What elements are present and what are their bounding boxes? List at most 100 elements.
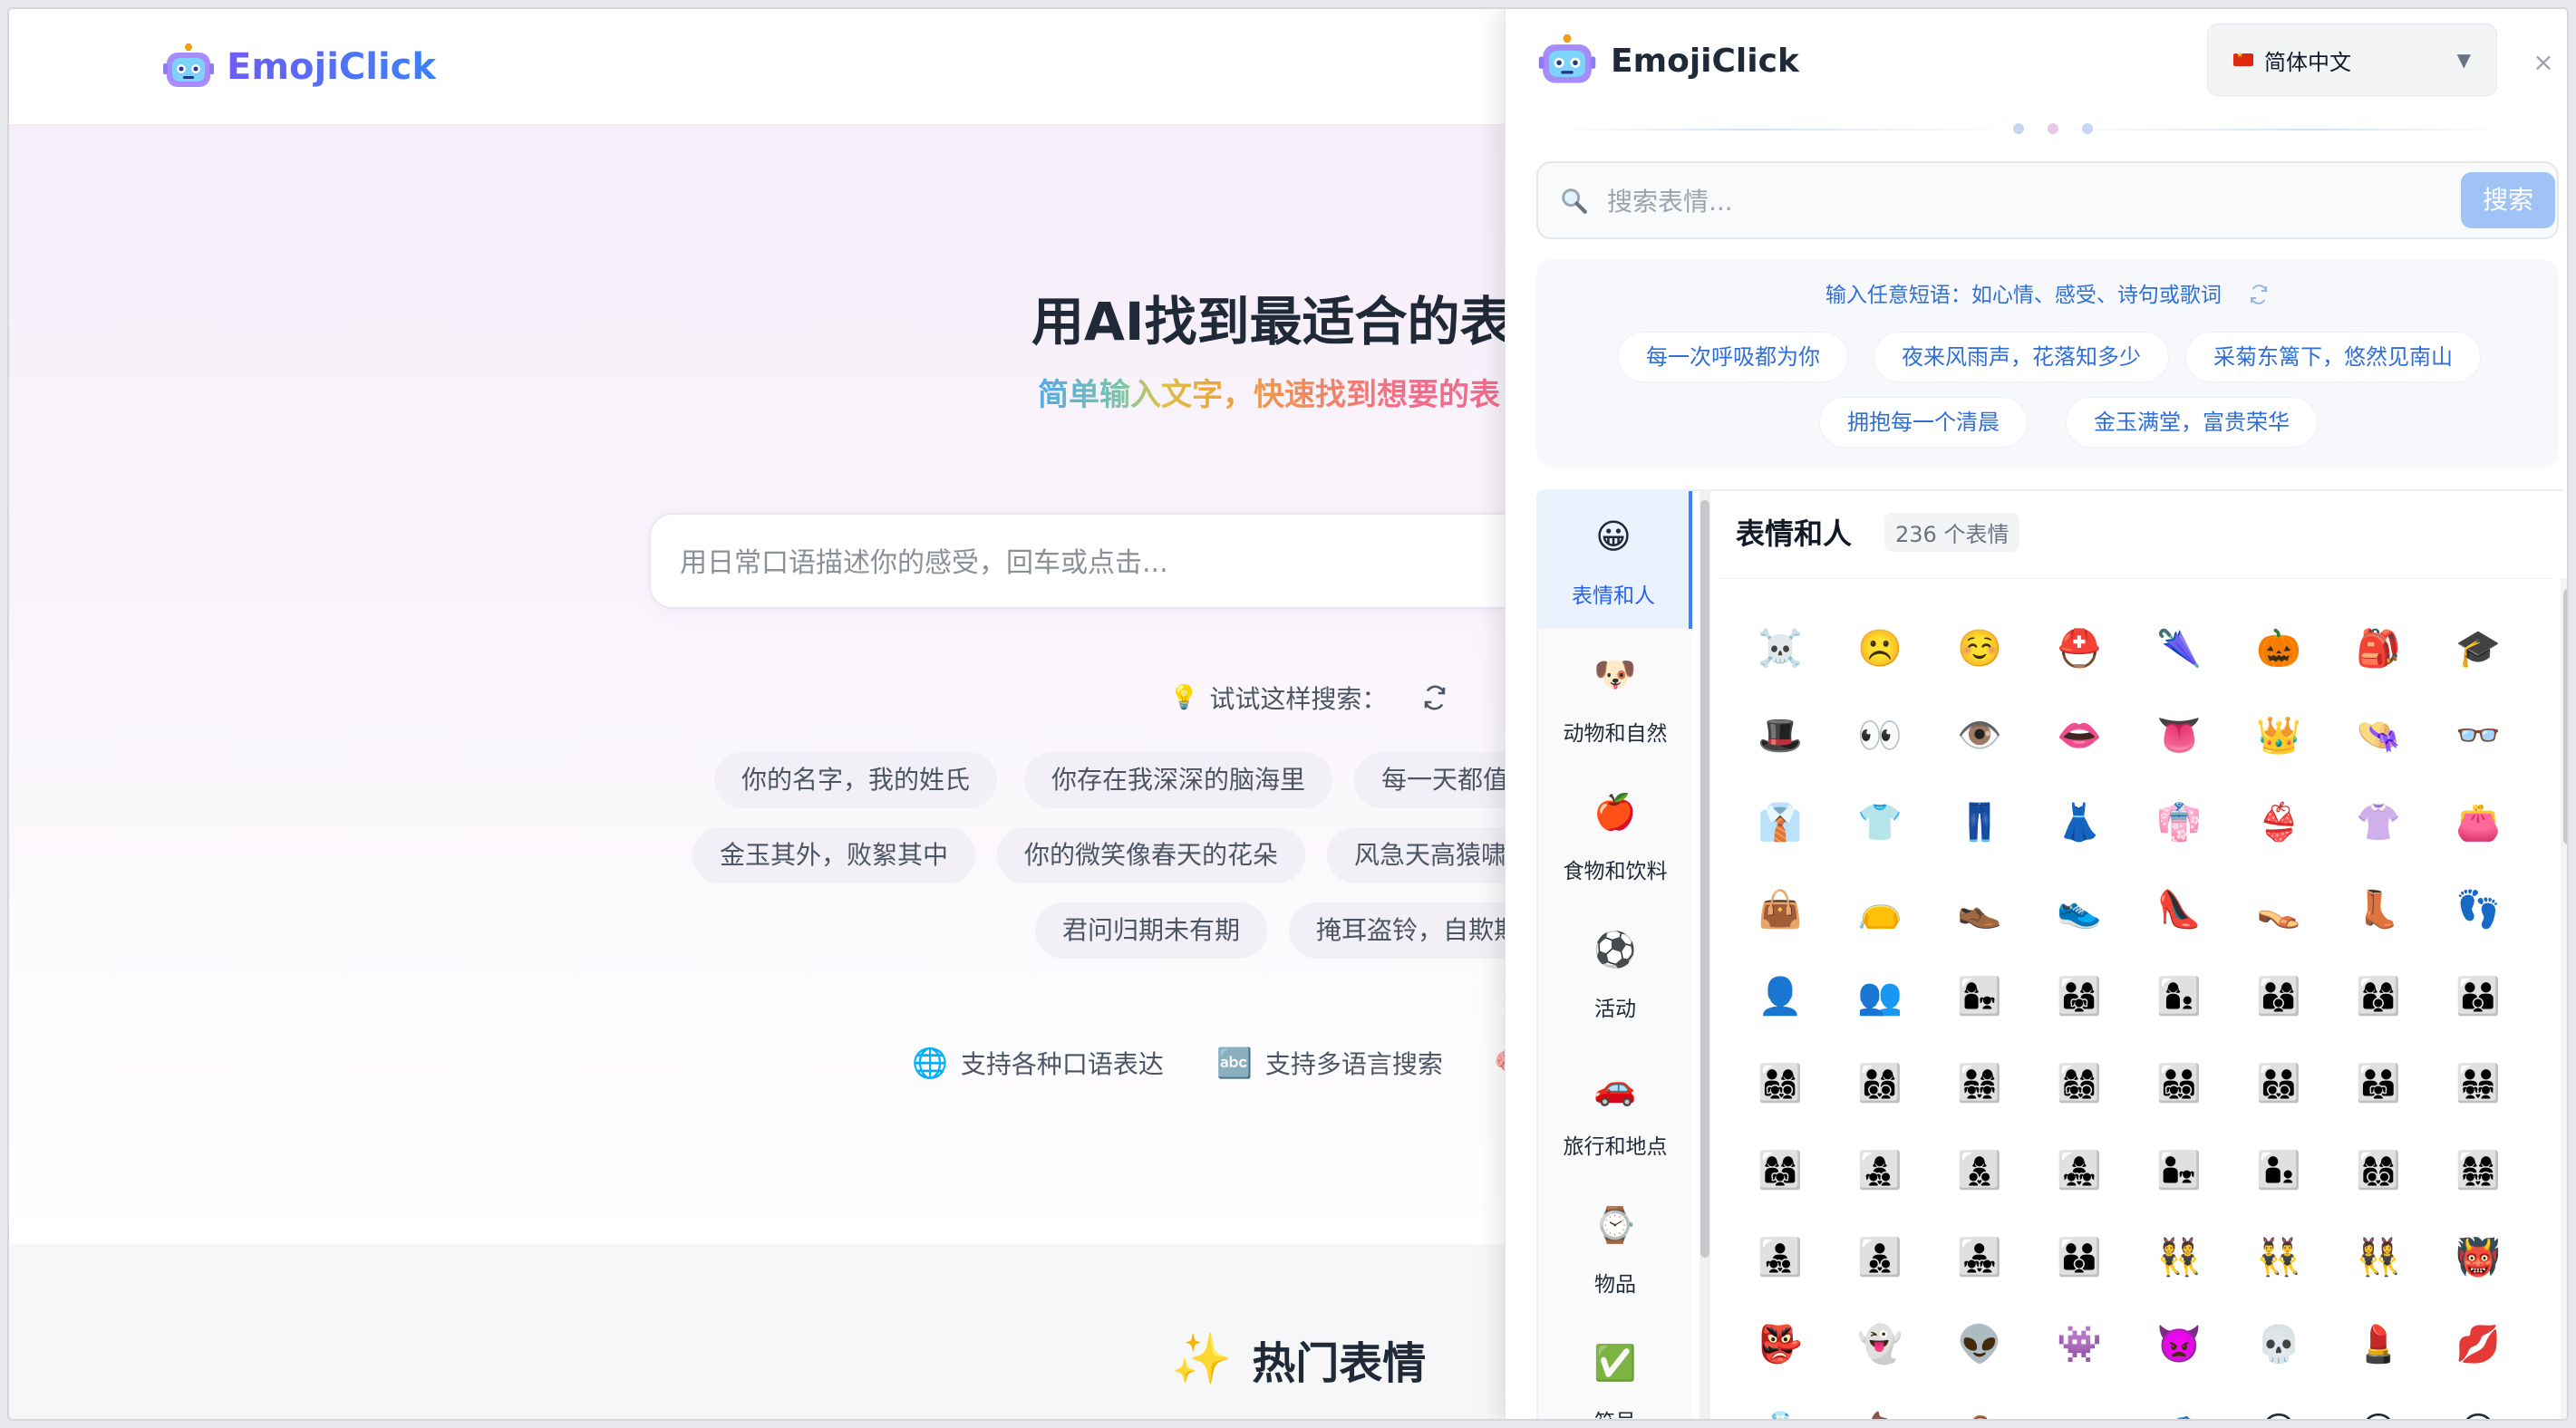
emoji-cell[interactable]: 🌂 xyxy=(2129,604,2229,691)
emoji-cell[interactable]: 👪 xyxy=(2029,1213,2129,1300)
emoji-cell[interactable]: 🎩 xyxy=(1730,691,1830,778)
emoji-cell[interactable]: 👥 xyxy=(1830,952,1930,1039)
emoji-cell[interactable]: 👟 xyxy=(2029,865,2129,952)
emoji-cell[interactable]: 👨‍👨‍👧‍👦 xyxy=(2129,1039,2229,1126)
emoji-cell[interactable]: 👨‍👩‍👧‍👧 xyxy=(1930,1039,2029,1126)
hero-search-input[interactable] xyxy=(680,542,1496,584)
category-objects[interactable]: ⌚ 物品 xyxy=(1538,1180,1692,1317)
emoji-cell[interactable]: 👀 xyxy=(1830,691,1930,778)
emoji-cell[interactable]: 👨‍👩‍👧 xyxy=(2029,952,2129,1039)
close-button[interactable]: × xyxy=(2528,47,2559,78)
emoji-cell[interactable]: 👚 xyxy=(2329,778,2428,865)
emoji-cell[interactable]: ☹️ xyxy=(1830,604,1930,691)
emoji-cell[interactable]: 👾 xyxy=(2029,1300,2129,1387)
example-chip[interactable]: 你的名字，我的姓氏 xyxy=(714,752,998,808)
emoji-cell[interactable]: 👨‍👨‍👦 xyxy=(2428,952,2528,1039)
emoji-cell[interactable]: 😀 xyxy=(2229,1387,2329,1419)
emoji-cell[interactable]: 💄 xyxy=(2329,1300,2428,1387)
emoji-cell[interactable]: 👻 xyxy=(1830,1300,1930,1387)
emoji-cell[interactable]: 👨‍👧‍👧 xyxy=(1930,1213,2029,1300)
category-smileys-people[interactable]: 😀 表情和人 xyxy=(1538,491,1692,629)
emoji-cell[interactable]: 👓 xyxy=(2428,691,2528,778)
panel-logo[interactable]: EmojiClick xyxy=(1538,34,1799,87)
emoji-cell[interactable]: 🕶️ xyxy=(2029,1387,2129,1420)
emoji-cell[interactable]: 💀 xyxy=(2229,1300,2329,1387)
emoji-cell[interactable]: 💩 xyxy=(1830,1387,1930,1420)
emoji-cell[interactable]: 👠 xyxy=(2129,865,2229,952)
emoji-cell[interactable]: 👨‍👩‍👧‍👦 xyxy=(1730,1039,1830,1126)
category-travel-places[interactable]: 🚗 旅行和地点 xyxy=(1538,1042,1692,1180)
category-symbols[interactable]: ✅ 符号 xyxy=(1538,1317,1692,1419)
emoji-cell[interactable]: 💍 xyxy=(1730,1387,1830,1420)
scrollbar-thumb[interactable] xyxy=(2563,589,2567,844)
emoji-cell[interactable]: 👺 xyxy=(1730,1300,1830,1387)
emoji-cell[interactable]: 👯 xyxy=(2129,1213,2229,1300)
emoji-cell[interactable]: ☠️ xyxy=(1730,604,1830,691)
suggestion-chip[interactable]: 夜来风雨声，花落知多少 xyxy=(1874,332,2169,382)
emoji-cell[interactable]: 👙 xyxy=(2229,778,2329,865)
suggestion-chip[interactable]: 金玉满堂，富贵荣华 xyxy=(2066,397,2318,448)
emoji-cell[interactable]: 👯‍♀️ xyxy=(2329,1213,2428,1300)
suggestion-chip[interactable]: 拥抱每一个清晨 xyxy=(1819,397,2028,448)
language-select[interactable]: 简体中文 ▼ xyxy=(2207,24,2497,96)
emoji-cell[interactable]: 👨‍👩‍👦‍👦 xyxy=(1830,1039,1930,1126)
emoji-cell[interactable]: 👗 xyxy=(2029,778,2129,865)
emoji-cell[interactable]: 🎒 xyxy=(2329,604,2428,691)
emoji-cell[interactable]: 👤 xyxy=(1730,952,1830,1039)
emoji-cell[interactable]: 👡 xyxy=(2229,865,2329,952)
emoji-cell[interactable]: 🎃 xyxy=(2229,604,2329,691)
example-chip[interactable]: 你存在我深深的脑海里 xyxy=(1024,752,1333,808)
emoji-cell[interactable]: 👩‍👧‍👧 xyxy=(2029,1126,2129,1213)
emoji-cell[interactable]: 👹 xyxy=(2428,1213,2528,1300)
emoji-cell[interactable]: 👽 xyxy=(1930,1300,2029,1387)
emoji-cell[interactable]: 👩‍👧 xyxy=(1930,952,2029,1039)
emoji-cell[interactable]: 👁️ xyxy=(1930,691,2029,778)
emoji-grid-scrollbar[interactable] xyxy=(2561,578,2567,1419)
emoji-cell[interactable]: 👝 xyxy=(1830,865,1930,952)
emoji-cell[interactable]: 👩‍👩‍👧‍👧 xyxy=(2428,1126,2528,1213)
emoji-cell[interactable]: ⛑️ xyxy=(2029,604,2129,691)
emoji-cell[interactable]: 🎓 xyxy=(2428,604,2528,691)
category-scrollbar[interactable] xyxy=(1700,491,1710,1419)
search-button[interactable]: 搜索 xyxy=(2461,172,2555,228)
panel-search-input[interactable] xyxy=(1607,181,2423,221)
emoji-cell[interactable]: 👩‍👩‍👧 xyxy=(1730,1126,1830,1213)
example-chip[interactable]: 你的微笑像春天的花朵 xyxy=(997,827,1306,883)
emoji-cell[interactable]: 👛 xyxy=(2428,778,2528,865)
emoji-cell[interactable]: 😁 xyxy=(2329,1387,2428,1419)
emoji-cell[interactable]: 👨‍👧 xyxy=(2129,1126,2229,1213)
emoji-cell[interactable]: 👒 xyxy=(2329,691,2428,778)
emoji-cell[interactable]: 👩‍👦‍👦 xyxy=(1930,1126,2029,1213)
emoji-cell[interactable]: 👖 xyxy=(1930,778,2029,865)
emoji-cell[interactable]: 👩‍👩‍👧‍👦 xyxy=(2029,1039,2129,1126)
emoji-cell[interactable]: 👨‍👧‍👦 xyxy=(1730,1213,1830,1300)
emoji-cell[interactable]: 👨‍👨‍👧 xyxy=(2329,1039,2428,1126)
emoji-cell[interactable]: 👨‍👦‍👦 xyxy=(1830,1213,1930,1300)
hero-search-box[interactable] xyxy=(649,513,1646,609)
emoji-cell[interactable]: 👩‍👦 xyxy=(2129,952,2229,1039)
emoji-cell[interactable]: 👢 xyxy=(2329,865,2428,952)
category-activities[interactable]: ⚽ 活动 xyxy=(1538,904,1692,1042)
refresh-icon[interactable] xyxy=(2248,284,2270,305)
refresh-icon[interactable] xyxy=(1421,684,1448,711)
emoji-cell[interactable]: 👩‍👧‍👦 xyxy=(1830,1126,1930,1213)
scrollbar-thumb[interactable] xyxy=(1700,500,1709,1258)
emoji-cell[interactable]: 👨‍👩‍👦 xyxy=(2229,952,2329,1039)
emoji-cell[interactable]: 💋 xyxy=(2428,1300,2528,1387)
emoji-cell[interactable]: 👩‍👩‍👦 xyxy=(2329,952,2428,1039)
emoji-cell[interactable]: 👨‍👨‍👧‍👧 xyxy=(2428,1039,2528,1126)
category-animals-nature[interactable]: 🐶 动物和自然 xyxy=(1538,629,1692,767)
emoji-cell[interactable]: 👯‍♂️ xyxy=(2229,1213,2329,1300)
category-food-drink[interactable]: 🍎 食物和饮料 xyxy=(1538,767,1692,904)
emoji-cell[interactable]: 👩‍👩‍👦‍👦 xyxy=(2329,1126,2428,1213)
emoji-cell[interactable]: 👨‍👨‍👦‍👦 xyxy=(2229,1039,2329,1126)
emoji-cell[interactable]: 💼 xyxy=(1930,1387,2029,1420)
emoji-cell[interactable]: 👣 xyxy=(2428,865,2528,952)
emoji-cell[interactable]: 👞 xyxy=(1930,865,2029,952)
suggestion-chip[interactable]: 采菊东篱下，悠然见南山 xyxy=(2185,332,2481,382)
site-logo[interactable]: EmojiClick xyxy=(163,43,436,91)
emoji-cell[interactable]: 👘 xyxy=(2129,778,2229,865)
emoji-cell[interactable]: 👜 xyxy=(1730,865,1830,952)
example-chip[interactable]: 君问归期未有期 xyxy=(1035,902,1268,959)
emoji-cell[interactable]: ☺️ xyxy=(1930,604,2029,691)
